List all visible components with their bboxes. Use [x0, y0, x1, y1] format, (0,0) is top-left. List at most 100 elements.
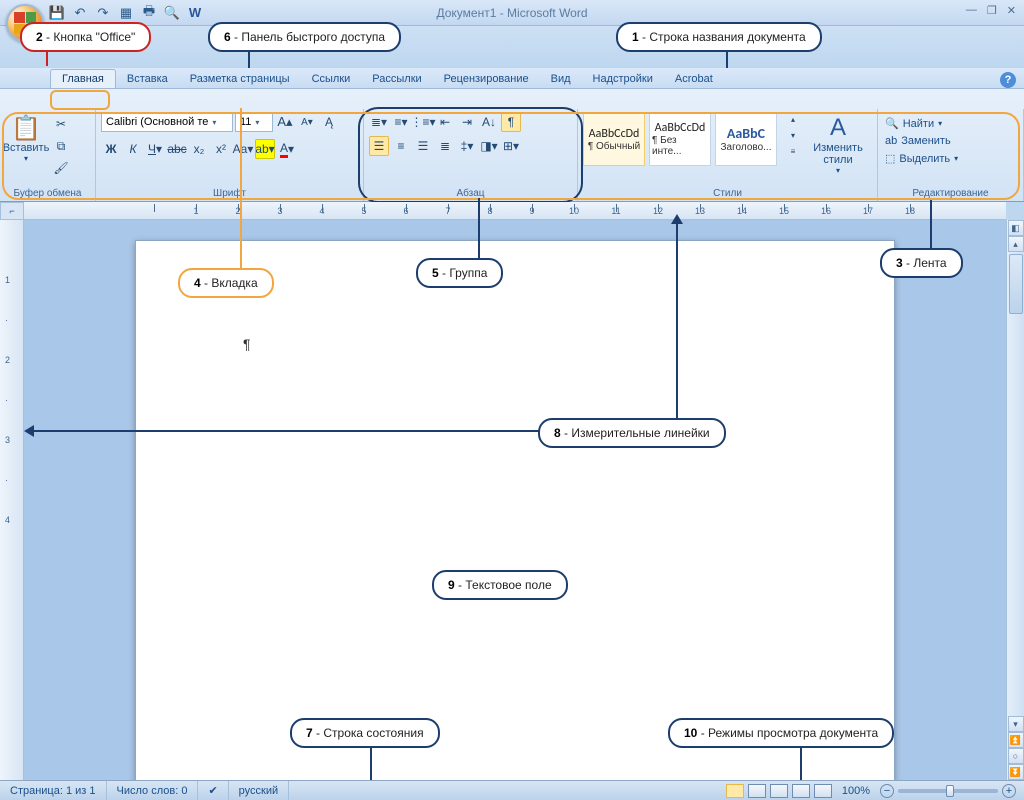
view-web[interactable]: [770, 784, 788, 798]
view-outline[interactable]: [792, 784, 810, 798]
word-icon[interactable]: W: [186, 4, 204, 22]
group-styles: AaBbCcDd¶ Обычный AaBbCcDd¶ Без инте... …: [578, 109, 878, 201]
subscript-button[interactable]: x₂: [189, 139, 209, 159]
superscript-button[interactable]: x²: [211, 139, 231, 159]
minimize-button[interactable]: —: [966, 4, 977, 17]
tab-mailings[interactable]: Рассылки: [361, 70, 432, 88]
proofing-icon: ✔: [208, 784, 217, 797]
align-left-button[interactable]: ☰: [369, 136, 389, 156]
tab-home[interactable]: Главная: [50, 69, 116, 88]
indent-inc-button[interactable]: ⇥: [457, 112, 477, 132]
sort-button[interactable]: A↓: [479, 112, 499, 132]
align-right-button[interactable]: ☰: [413, 136, 433, 156]
callout-6: 6 - Панель быстрого доступа: [208, 22, 401, 52]
next-page[interactable]: ⏬: [1008, 764, 1024, 780]
tab-acrobat[interactable]: Acrobat: [664, 70, 724, 88]
font-name-combo[interactable]: Calibri (Основной те▾: [101, 112, 233, 132]
redo-icon[interactable]: ↷: [94, 4, 112, 22]
status-page[interactable]: Страница: 1 из 1: [0, 781, 107, 800]
table-icon[interactable]: ▦: [117, 4, 135, 22]
pilcrow-mark: ¶: [243, 336, 251, 352]
prev-page[interactable]: ⏫: [1008, 732, 1024, 748]
status-bar: Страница: 1 из 1 Число слов: 0 ✔ русский…: [0, 780, 1024, 800]
browse-object[interactable]: ○: [1008, 748, 1024, 764]
indent-dec-button[interactable]: ⇤: [435, 112, 455, 132]
zoom-in[interactable]: +: [1002, 784, 1016, 798]
find-button[interactable]: 🔍Найти▾: [883, 116, 944, 131]
styles-more[interactable]: ≡: [783, 144, 803, 158]
copy-icon[interactable]: ⧉: [51, 136, 71, 156]
quickprint-icon[interactable]: 🖶: [140, 4, 158, 22]
styles-row-up[interactable]: ▴: [783, 112, 803, 126]
window-title: Документ1 - Microsoft Word: [436, 6, 587, 20]
tab-insert[interactable]: Вставка: [116, 70, 179, 88]
close-button[interactable]: ✕: [1007, 4, 1016, 17]
group-label-paragraph: Абзац: [369, 186, 572, 201]
undo-icon[interactable]: ↶: [71, 4, 89, 22]
find-icon: 🔍: [885, 117, 899, 130]
ruler-toggle[interactable]: ◧: [1008, 220, 1024, 236]
bold-button[interactable]: Ж: [101, 139, 121, 159]
tab-references[interactable]: Ссылки: [301, 70, 362, 88]
status-language[interactable]: русский: [229, 781, 289, 800]
clear-format-icon[interactable]: Ą: [319, 112, 339, 132]
show-marks-button[interactable]: ¶: [501, 112, 521, 132]
vertical-scrollbar[interactable]: ◧ ▴ ▾ ⏫ ○ ⏬: [1006, 220, 1024, 780]
style-nospacing[interactable]: AaBbCcDd¶ Без инте...: [649, 112, 711, 166]
page[interactable]: ¶: [135, 240, 895, 780]
numbering-button[interactable]: ≡▾: [391, 112, 411, 132]
line-spacing-button[interactable]: ‡▾: [457, 136, 477, 156]
bullets-button[interactable]: ≣▾: [369, 112, 389, 132]
paste-button[interactable]: 📋 Вставить ▾: [5, 112, 47, 163]
scroll-thumb[interactable]: [1009, 254, 1023, 314]
change-case-button[interactable]: Aa▾: [233, 139, 253, 159]
scroll-up[interactable]: ▴: [1008, 236, 1024, 252]
multilevel-button[interactable]: ⋮≡▾: [413, 112, 433, 132]
save-icon[interactable]: 💾: [48, 4, 66, 22]
highlight-button[interactable]: ab▾: [255, 139, 275, 159]
document-viewport[interactable]: ¶: [24, 220, 1006, 780]
zoom-value[interactable]: 100%: [842, 785, 870, 797]
tab-review[interactable]: Рецензирование: [433, 70, 540, 88]
callout-9: 9 - Текстовое поле: [432, 570, 568, 600]
underline-button[interactable]: Ч▾: [145, 139, 165, 159]
callout-2: 2 - Кнопка "Office": [20, 22, 151, 52]
ruler-corner[interactable]: ⌐: [0, 202, 24, 220]
help-button[interactable]: ?: [1000, 72, 1016, 88]
view-draft[interactable]: [814, 784, 832, 798]
tab-pagelayout[interactable]: Разметка страницы: [179, 70, 301, 88]
status-proofing[interactable]: ✔: [198, 781, 228, 800]
tab-view[interactable]: Вид: [540, 70, 582, 88]
status-words[interactable]: Число слов: 0: [107, 781, 199, 800]
shading-button[interactable]: ◨▾: [479, 136, 499, 156]
cut-icon[interactable]: ✂: [51, 114, 71, 134]
horizontal-ruler[interactable]: 123456789101112131415161718: [24, 202, 1006, 220]
borders-button[interactable]: ⊞▾: [501, 136, 521, 156]
style-normal[interactable]: AaBbCcDd¶ Обычный: [583, 112, 645, 166]
callout-10: 10 - Режимы просмотра документа: [668, 718, 894, 748]
scroll-down[interactable]: ▾: [1008, 716, 1024, 732]
italic-button[interactable]: К: [123, 139, 143, 159]
grow-font-icon[interactable]: A▴: [275, 112, 295, 132]
style-heading1[interactable]: AaBbCЗаголово...: [715, 112, 777, 166]
zoom-slider[interactable]: [898, 789, 998, 793]
view-print-layout[interactable]: [726, 784, 744, 798]
tab-addins[interactable]: Надстройки: [582, 70, 664, 88]
document-area: 1· 2· 3· 4 ¶ ◧ ▴ ▾ ⏫ ○ ⏬: [0, 220, 1024, 780]
styles-row-down[interactable]: ▾: [783, 128, 803, 142]
vertical-ruler[interactable]: 1· 2· 3· 4: [0, 220, 24, 780]
maximize-button[interactable]: ❐: [987, 4, 997, 17]
strike-button[interactable]: abc: [167, 139, 187, 159]
select-button[interactable]: ⬚Выделить▾: [883, 151, 960, 166]
shrink-font-icon[interactable]: A▾: [297, 112, 317, 132]
font-color-button[interactable]: A▾: [277, 139, 297, 159]
zoom-out[interactable]: −: [880, 784, 894, 798]
view-fullscreen[interactable]: [748, 784, 766, 798]
replace-button[interactable]: abЗаменить: [883, 134, 953, 148]
justify-button[interactable]: ≣: [435, 136, 455, 156]
preview-icon[interactable]: 🔍: [163, 4, 181, 22]
change-styles-button[interactable]: A Изменить стили ▾: [809, 112, 867, 175]
align-center-button[interactable]: ≡: [391, 136, 411, 156]
format-painter-icon[interactable]: 🖌: [51, 158, 71, 178]
group-label-font: Шрифт: [101, 186, 358, 201]
